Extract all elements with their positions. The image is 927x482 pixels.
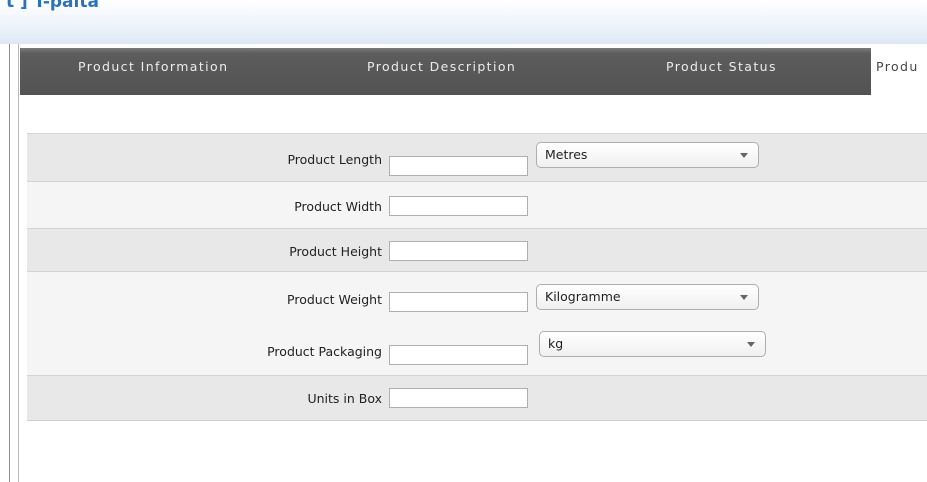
tab-product-dimensions[interactable]: Produ: [871, 48, 927, 95]
packaging-unit-select[interactable]: kg: [539, 331, 766, 357]
page-title: t ] T-paita: [6, 0, 99, 12]
form-row-length: Product Length Metres: [27, 133, 927, 181]
product-packaging-input[interactable]: [389, 345, 528, 365]
form-row-width: Product Width: [27, 181, 927, 228]
tab-product-status[interactable]: Product Status: [666, 48, 777, 95]
product-weight-label: Product Weight: [287, 292, 382, 307]
length-unit-value: Metres: [545, 147, 588, 162]
form-row-height: Product Height: [27, 228, 927, 271]
units-in-box-label: Units in Box: [307, 391, 382, 406]
product-packaging-label: Product Packaging: [267, 344, 382, 359]
tab-product-information[interactable]: Product Information: [78, 48, 228, 95]
left-frame-border: [9, 44, 19, 482]
form-row-units-in-box: Units in Box: [27, 375, 927, 420]
weight-unit-select[interactable]: Kilogramme: [536, 284, 759, 310]
tab-product-description[interactable]: Product Description: [367, 48, 516, 95]
length-unit-select[interactable]: Metres: [536, 142, 759, 168]
product-height-input[interactable]: [389, 241, 528, 261]
packaging-unit-value: kg: [548, 336, 564, 351]
form-row-packaging: Product Packaging kg: [27, 325, 927, 375]
form-bottom-divider: [27, 420, 927, 421]
product-length-input[interactable]: [389, 156, 528, 176]
product-width-label: Product Width: [294, 199, 382, 214]
units-in-box-input[interactable]: [389, 388, 528, 408]
product-length-label: Product Length: [287, 152, 382, 167]
product-width-input[interactable]: [389, 196, 528, 216]
chevron-down-icon: [740, 153, 748, 158]
chevron-down-icon: [740, 295, 748, 300]
header-bar: t ] T-paita: [0, 0, 927, 44]
weight-unit-value: Kilogramme: [545, 289, 621, 304]
form-row-weight: Product Weight Kilogramme: [27, 271, 927, 325]
product-height-label: Product Height: [289, 244, 382, 259]
chevron-down-icon: [747, 342, 755, 347]
tab-bar: Product Information Product Description …: [20, 48, 927, 95]
product-weight-input[interactable]: [389, 292, 528, 312]
